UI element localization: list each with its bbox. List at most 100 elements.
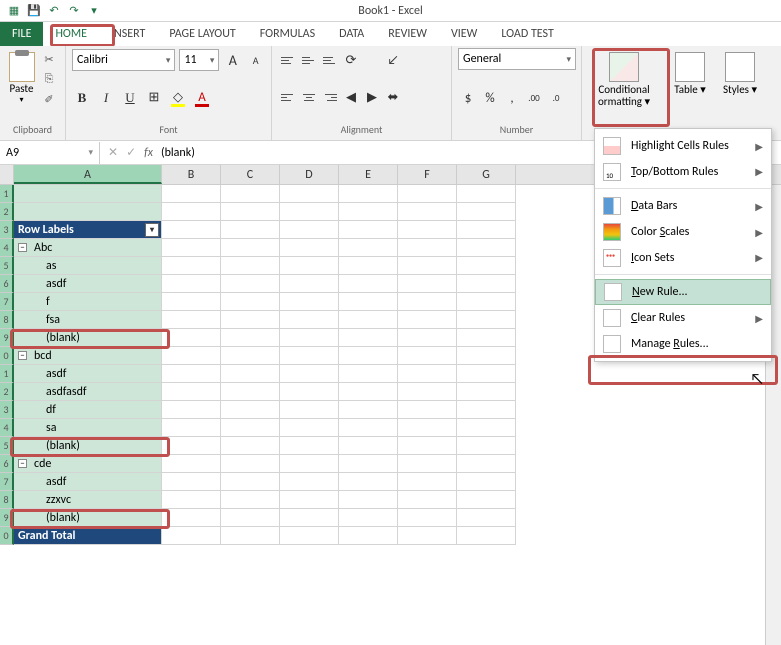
cell[interactable] (280, 401, 339, 419)
tab-page-layout[interactable]: PAGE LAYOUT (157, 22, 247, 46)
row-header[interactable]: 7 (0, 293, 14, 311)
cell[interactable] (339, 329, 398, 347)
cell[interactable] (339, 401, 398, 419)
cell[interactable] (162, 257, 221, 275)
select-all-corner[interactable] (0, 165, 14, 184)
cell[interactable] (339, 527, 398, 545)
cell[interactable] (162, 293, 221, 311)
row-header[interactable]: 5 (0, 437, 14, 455)
cell[interactable] (398, 329, 457, 347)
cell[interactable] (339, 473, 398, 491)
cell[interactable] (398, 257, 457, 275)
row-header[interactable]: 1 (0, 185, 14, 203)
cell[interactable] (162, 239, 221, 257)
menu-item[interactable]: Top/Bottom Rules▶ (595, 159, 771, 189)
comma-icon[interactable]: , (502, 89, 522, 109)
excel-icon[interactable]: ▦ (6, 3, 22, 19)
cell[interactable] (162, 221, 221, 239)
cell[interactable] (457, 293, 516, 311)
cell[interactable] (221, 311, 280, 329)
row-header[interactable]: 0 (0, 527, 14, 545)
tab-home[interactable]: HOME (43, 22, 99, 46)
cell[interactable] (14, 203, 162, 221)
cell-styles-button[interactable]: Styles ▾ (720, 50, 760, 136)
increase-indent-icon[interactable]: ▶ (362, 88, 382, 108)
cell[interactable] (398, 509, 457, 527)
row-header[interactable]: 5 (0, 257, 14, 275)
cell[interactable] (398, 455, 457, 473)
cell[interactable]: Grand Total (14, 527, 162, 545)
orientation-icon[interactable]: ⟳ (341, 50, 361, 70)
format-painter-icon[interactable]: ✐ (39, 90, 59, 108)
cell[interactable]: asdf (14, 365, 162, 383)
cell[interactable] (457, 491, 516, 509)
cell[interactable] (339, 221, 398, 239)
qat-dropdown-icon[interactable]: ▾ (86, 3, 102, 19)
cell[interactable] (457, 203, 516, 221)
cell[interactable] (221, 509, 280, 527)
row-header[interactable]: 3 (0, 221, 14, 239)
cell[interactable] (339, 347, 398, 365)
cell[interactable] (162, 347, 221, 365)
cell[interactable] (457, 275, 516, 293)
cell[interactable] (280, 437, 339, 455)
cell[interactable] (339, 185, 398, 203)
cell[interactable] (339, 455, 398, 473)
row-header[interactable]: 6 (0, 455, 14, 473)
align-right-icon[interactable] (320, 88, 340, 108)
wrap-text-icon[interactable]: ↙ (383, 50, 403, 70)
cell[interactable] (398, 491, 457, 509)
format-table-button[interactable]: Table ▾ (670, 50, 710, 136)
italic-button[interactable]: I (96, 88, 116, 108)
cell[interactable]: zzxvc (14, 491, 162, 509)
cell[interactable] (457, 347, 516, 365)
column-header[interactable]: A (14, 165, 162, 184)
conditional-formatting-button[interactable]: Conditionalormatting ▾ (588, 50, 660, 136)
cell[interactable] (457, 257, 516, 275)
cell[interactable] (162, 365, 221, 383)
row-header[interactable]: 1 (0, 365, 14, 383)
row-header[interactable]: 3 (0, 401, 14, 419)
cell[interactable] (457, 185, 516, 203)
number-format-combo[interactable]: General▾ (458, 48, 576, 70)
paste-button[interactable]: Paste ▾ (6, 48, 37, 108)
cell[interactable] (457, 527, 516, 545)
tab-load-test[interactable]: LOAD TEST (489, 22, 566, 46)
cell[interactable] (221, 203, 280, 221)
row-header[interactable]: 8 (0, 491, 14, 509)
cell[interactable]: Row Labels▾ (14, 221, 162, 239)
cell[interactable]: −Abc (14, 239, 162, 257)
column-header[interactable]: E (339, 165, 398, 184)
row-header[interactable]: 4 (0, 239, 14, 257)
align-left-icon[interactable] (278, 88, 298, 108)
shrink-font-icon[interactable]: A (246, 50, 265, 70)
cell[interactable]: −bcd (14, 347, 162, 365)
save-icon[interactable]: 💾 (26, 3, 42, 19)
cell[interactable] (339, 491, 398, 509)
cell[interactable] (398, 275, 457, 293)
align-top-icon[interactable] (278, 50, 298, 70)
cell[interactable] (280, 455, 339, 473)
align-middle-icon[interactable] (299, 50, 319, 70)
cell[interactable] (162, 401, 221, 419)
column-header[interactable]: C (221, 165, 280, 184)
cell[interactable] (280, 311, 339, 329)
cell[interactable] (339, 419, 398, 437)
name-box[interactable]: A9▾ (0, 142, 100, 164)
cell[interactable] (221, 419, 280, 437)
cell[interactable] (280, 203, 339, 221)
cell[interactable] (398, 239, 457, 257)
cell[interactable] (221, 221, 280, 239)
column-header[interactable]: G (457, 165, 516, 184)
cell[interactable] (398, 419, 457, 437)
tab-review[interactable]: REVIEW (376, 22, 439, 46)
align-bottom-icon[interactable] (320, 50, 340, 70)
cell[interactable] (162, 329, 221, 347)
tab-file[interactable]: FILE (0, 22, 43, 46)
menu-item[interactable]: Icon Sets▶ (595, 245, 771, 275)
menu-item[interactable]: New Rule... (595, 279, 771, 305)
tab-data[interactable]: DATA (327, 22, 376, 46)
cell[interactable] (221, 527, 280, 545)
cell[interactable] (221, 239, 280, 257)
cell[interactable] (162, 383, 221, 401)
